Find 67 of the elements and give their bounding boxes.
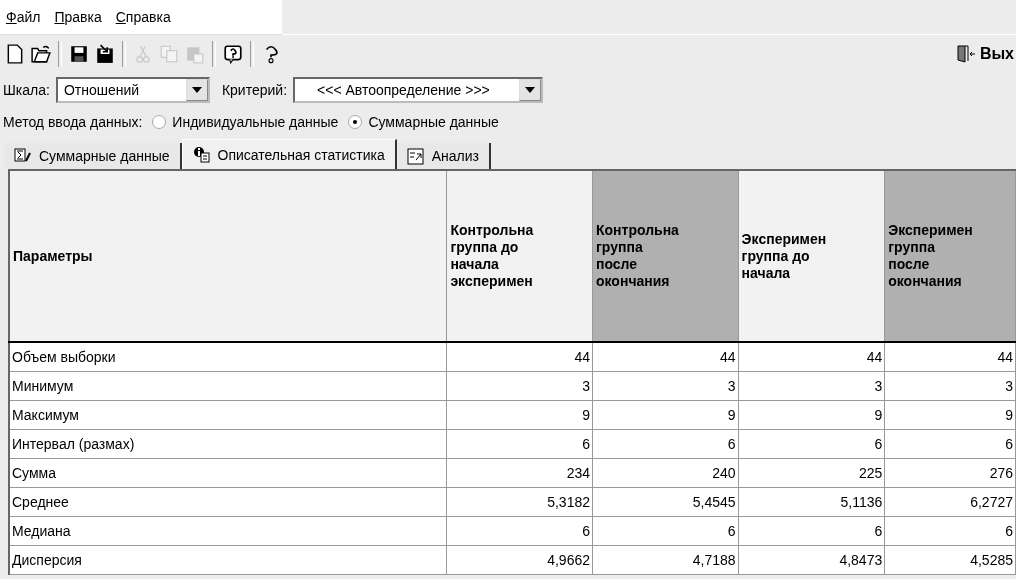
- table-cell: Максимум: [9, 400, 447, 430]
- sum-sheet-icon: [14, 147, 31, 165]
- table-cell: 4,7188: [592, 545, 739, 575]
- table-cell: 44: [738, 342, 885, 372]
- dropdown-arrow-icon: [191, 87, 202, 93]
- table-cell: 4,9662: [446, 545, 593, 575]
- scale-dropdown[interactable]: Отношений: [55, 77, 210, 103]
- table-cell: 9: [738, 400, 885, 430]
- table-cell: 234: [446, 458, 593, 488]
- table-cell: 5,3182: [446, 487, 593, 517]
- dropdown-arrow-icon: [525, 87, 536, 93]
- menu-item[interactable]: Справка: [115, 8, 179, 25]
- table-cell: Объем выборки: [9, 342, 447, 372]
- table-cell: 276: [884, 458, 1016, 488]
- table-cell: 6: [738, 429, 885, 459]
- table-cell: Интервал (размах): [9, 429, 447, 459]
- field-label: Метод ввода данных:: [3, 114, 143, 130]
- table-cell: 4,8473: [738, 545, 885, 575]
- chart-sheet-icon: [406, 147, 424, 165]
- tab[interactable]: Суммарные данные: [4, 143, 182, 169]
- field-label: Шкала:: [3, 82, 50, 98]
- table-cell: 9: [884, 400, 1016, 430]
- criterion-dropdown[interactable]: <<< Автоопределение >>>: [293, 77, 544, 103]
- column-header[interactable]: Эксперимен группа до начала: [738, 170, 885, 342]
- table-cell: 6,2727: [884, 487, 1016, 517]
- table-cell: 3: [884, 371, 1016, 401]
- table-cell: 6: [446, 429, 593, 459]
- tab[interactable]: Анализ: [396, 143, 491, 169]
- table-cell: 5,1136: [738, 487, 885, 517]
- table-cell: 6: [884, 516, 1016, 546]
- table-cell: 44: [884, 342, 1016, 372]
- field-label: Критерий:: [221, 82, 288, 98]
- table-cell: 3: [446, 371, 593, 401]
- door-arrow-icon: [955, 44, 976, 64]
- radio-button[interactable]: [152, 115, 167, 129]
- table-cell: 44: [446, 342, 593, 372]
- table-cell: Сумма: [9, 458, 447, 488]
- column-header[interactable]: Контрольна группа до начала эксперимен: [446, 170, 593, 342]
- table-cell: 3: [738, 371, 885, 401]
- table-cell: 240: [592, 458, 739, 488]
- table-cell: 6: [446, 516, 593, 546]
- table-cell: 6: [738, 516, 885, 546]
- radio-label[interactable]: Суммарные данные: [368, 114, 499, 130]
- table-cell: 6: [884, 429, 1016, 459]
- table-cell: 3: [592, 371, 739, 401]
- table-cell: 9: [446, 400, 593, 430]
- table-cell: 5,4545: [592, 487, 739, 517]
- table-cell: Минимум: [9, 371, 447, 401]
- table-cell: 4,5285: [884, 545, 1016, 575]
- table-cell: 44: [592, 342, 739, 372]
- tab[interactable]: Описательная статистика: [181, 139, 397, 169]
- table-cell: Дисперсия: [9, 545, 447, 575]
- info-sheet-icon: [192, 146, 210, 163]
- menu-item[interactable]: Правка: [54, 8, 110, 25]
- menu-item[interactable]: Файл: [6, 8, 49, 25]
- table-cell: 6: [592, 516, 739, 546]
- table-cell: 6: [592, 429, 739, 459]
- table-cell: Медиана: [9, 516, 447, 546]
- table-cell: Среднее: [9, 487, 447, 517]
- table-cell: 9: [592, 400, 739, 430]
- column-header[interactable]: Эксперимен группа после окончания: [884, 170, 1016, 342]
- column-header[interactable]: Контрольна группа после окончания: [592, 170, 739, 342]
- radio-button[interactable]: [348, 115, 363, 129]
- exit-button[interactable]: Вых: [955, 44, 1014, 64]
- radio-label[interactable]: Индивидуальные данные: [172, 114, 339, 130]
- column-header[interactable]: Параметры: [9, 170, 447, 342]
- table-cell: 225: [738, 458, 885, 488]
